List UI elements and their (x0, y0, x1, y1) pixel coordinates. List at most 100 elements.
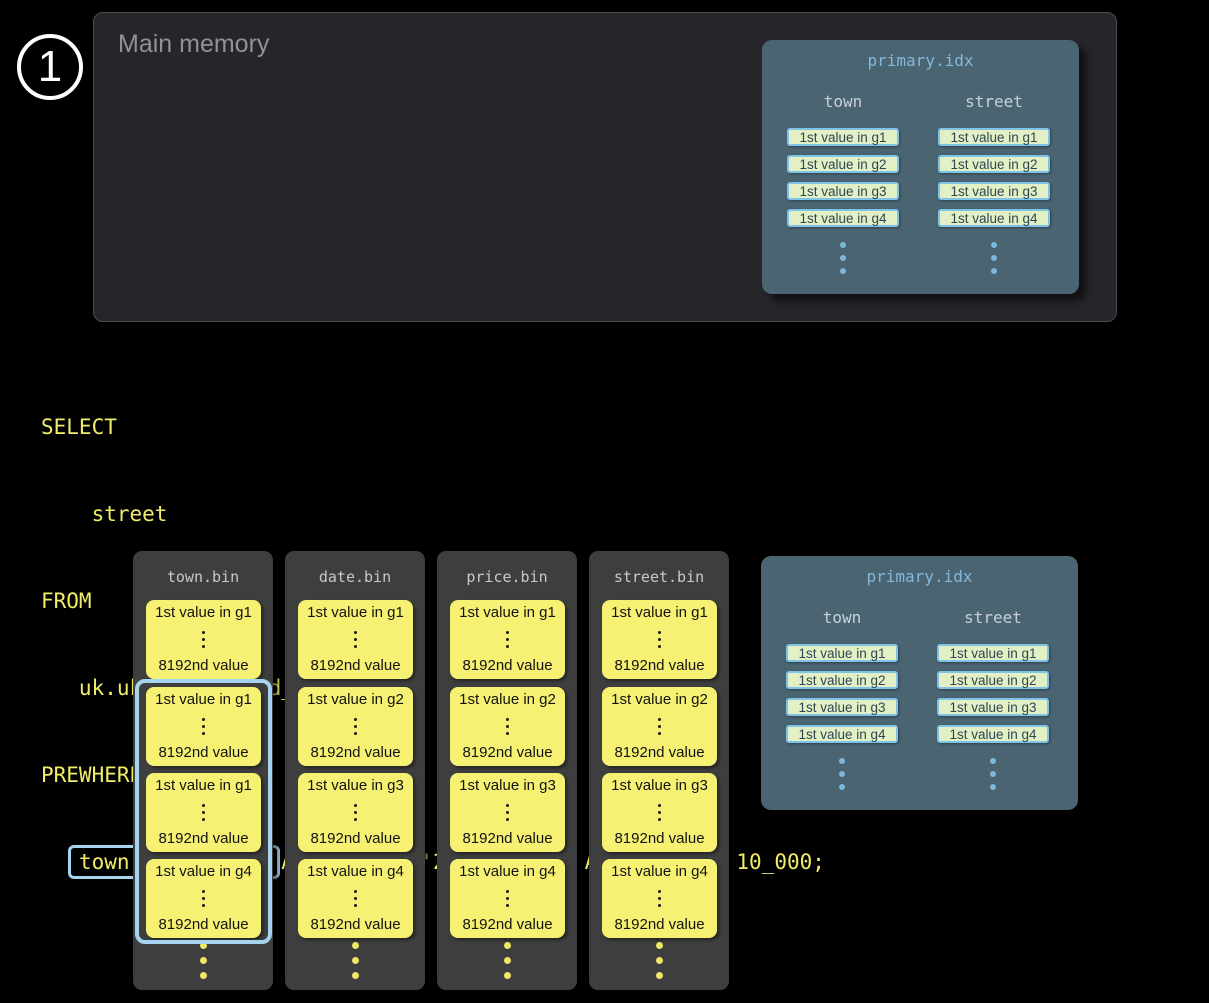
granule-ellipsis (202, 890, 205, 907)
granule-first-value: 1st value in g2 (611, 691, 708, 708)
granule-ellipsis (506, 804, 509, 821)
granule-ellipsis (506, 631, 509, 648)
granule-block: 1st value in g4 8192nd value (602, 859, 717, 938)
ellipsis-dots (938, 242, 1050, 274)
index-entry-chip: 1st value in g2 (787, 155, 899, 173)
ellipsis-dots (937, 758, 1049, 790)
index-column-header: town (786, 608, 898, 628)
ellipsis-dots (787, 242, 899, 274)
index-entry-chip: 1st value in g4 (937, 725, 1049, 743)
main-memory-panel: Main memory primary.idx town 1st value i… (93, 12, 1117, 322)
ellipsis-dots (133, 942, 273, 979)
granule-block: 1st value in g3 8192nd value (298, 773, 413, 852)
granule-last-value: 8192nd value (614, 657, 704, 674)
granule-ellipsis (202, 718, 205, 735)
index-entry-chip: 1st value in g2 (938, 155, 1050, 173)
granule-block: 1st value in g1 8192nd value (450, 600, 565, 679)
granule-block: 1st value in g2 8192nd value (450, 687, 565, 766)
granule-ellipsis (658, 804, 661, 821)
granule-ellipsis (354, 718, 357, 735)
primary-index-title: primary.idx (761, 567, 1078, 586)
granule-first-value: 1st value in g4 (155, 863, 252, 880)
granule-last-value: 8192nd value (158, 657, 248, 674)
granule-last-value: 8192nd value (158, 916, 248, 933)
granule-ellipsis (658, 631, 661, 648)
granule-first-value: 1st value in g3 (307, 777, 404, 794)
index-column-town: town 1st value in g1 1st value in g2 1st… (787, 92, 899, 274)
granule-block: 1st value in g2 8192nd value (298, 687, 413, 766)
bin-file-card-town: town.bin 1st value in g1 8192nd value 1s… (133, 551, 273, 990)
index-entry-chip: 1st value in g4 (938, 209, 1050, 227)
granule-last-value: 8192nd value (462, 657, 552, 674)
granule-first-value: 1st value in g3 (611, 777, 708, 794)
bin-file-card-price: price.bin 1st value in g1 8192nd value 1… (437, 551, 577, 990)
bin-file-card-date: date.bin 1st value in g1 8192nd value 1s… (285, 551, 425, 990)
granule-block: 1st value in g1 8192nd value (298, 600, 413, 679)
granule-first-value: 1st value in g4 (459, 863, 556, 880)
sql-line: street (41, 500, 825, 529)
index-column-street: street 1st value in g1 1st value in g2 1… (938, 92, 1050, 274)
bin-file-title: town.bin (133, 568, 273, 586)
granule-first-value: 1st value in g1 (155, 691, 252, 708)
granule-first-value: 1st value in g4 (611, 863, 708, 880)
granule-block: 1st value in g3 8192nd value (450, 773, 565, 852)
granule-ellipsis (658, 718, 661, 735)
index-entry-chip: 1st value in g1 (937, 644, 1049, 662)
granule-ellipsis (658, 890, 661, 907)
granule-ellipsis (354, 631, 357, 648)
index-entry-chip: 1st value in g2 (937, 671, 1049, 689)
granule-last-value: 8192nd value (614, 916, 704, 933)
index-column-header: town (787, 92, 899, 112)
granule-last-value: 8192nd value (158, 744, 248, 761)
granule-block: 1st value in g1 8192nd value (146, 773, 261, 852)
granule-first-value: 1st value in g1 (459, 604, 556, 621)
granule-ellipsis (202, 631, 205, 648)
primary-index-title: primary.idx (762, 51, 1079, 70)
granule-block: 1st value in g4 8192nd value (298, 859, 413, 938)
granule-ellipsis (506, 890, 509, 907)
index-entry-chip: 1st value in g1 (786, 644, 898, 662)
granule-first-value: 1st value in g1 (155, 604, 252, 621)
index-entry-list: 1st value in g1 1st value in g2 1st valu… (937, 644, 1049, 743)
granule-last-value: 8192nd value (310, 657, 400, 674)
granule-first-value: 1st value in g1 (307, 604, 404, 621)
index-entry-chip: 1st value in g1 (938, 128, 1050, 146)
index-entry-chip: 1st value in g3 (938, 182, 1050, 200)
granule-first-value: 1st value in g2 (307, 691, 404, 708)
granule-first-value: 1st value in g1 (611, 604, 708, 621)
primary-index-card-disk: primary.idx town 1st value in g1 1st val… (761, 556, 1078, 810)
index-entry-chip: 1st value in g3 (786, 698, 898, 716)
granule-last-value: 8192nd value (310, 830, 400, 847)
bin-file-title: date.bin (285, 568, 425, 586)
granule-block: 1st value in g3 8192nd value (602, 773, 717, 852)
granule-last-value: 8192nd value (310, 744, 400, 761)
granule-first-value: 1st value in g3 (459, 777, 556, 794)
index-entry-list: 1st value in g1 1st value in g2 1st valu… (787, 128, 899, 227)
index-column-header: street (938, 92, 1050, 112)
granule-first-value: 1st value in g4 (307, 863, 404, 880)
bin-file-title: street.bin (589, 568, 729, 586)
primary-index-card-memory: primary.idx town 1st value in g1 1st val… (762, 40, 1079, 294)
index-column-town: town 1st value in g1 1st value in g2 1st… (786, 608, 898, 790)
index-entry-chip: 1st value in g3 (787, 182, 899, 200)
granule-ellipsis (354, 804, 357, 821)
sql-line: SELECT (41, 413, 825, 442)
index-entry-chip: 1st value in g1 (787, 128, 899, 146)
granule-last-value: 8192nd value (158, 830, 248, 847)
granule-block: 1st value in g1 8192nd value (146, 687, 261, 766)
bin-file-card-street: street.bin 1st value in g1 8192nd value … (589, 551, 729, 990)
ellipsis-dots (285, 942, 425, 979)
granule-last-value: 8192nd value (310, 916, 400, 933)
ellipsis-dots (589, 942, 729, 979)
granule-block: 1st value in g4 8192nd value (146, 859, 261, 938)
ellipsis-dots (786, 758, 898, 790)
main-memory-title: Main memory (118, 30, 269, 59)
index-entry-chip: 1st value in g2 (786, 671, 898, 689)
granule-block: 1st value in g4 8192nd value (450, 859, 565, 938)
index-column-street: street 1st value in g1 1st value in g2 1… (937, 608, 1049, 790)
granule-last-value: 8192nd value (614, 830, 704, 847)
granule-block: 1st value in g1 8192nd value (146, 600, 261, 679)
granule-last-value: 8192nd value (462, 830, 552, 847)
granule-ellipsis (354, 890, 357, 907)
granule-ellipsis (202, 804, 205, 821)
